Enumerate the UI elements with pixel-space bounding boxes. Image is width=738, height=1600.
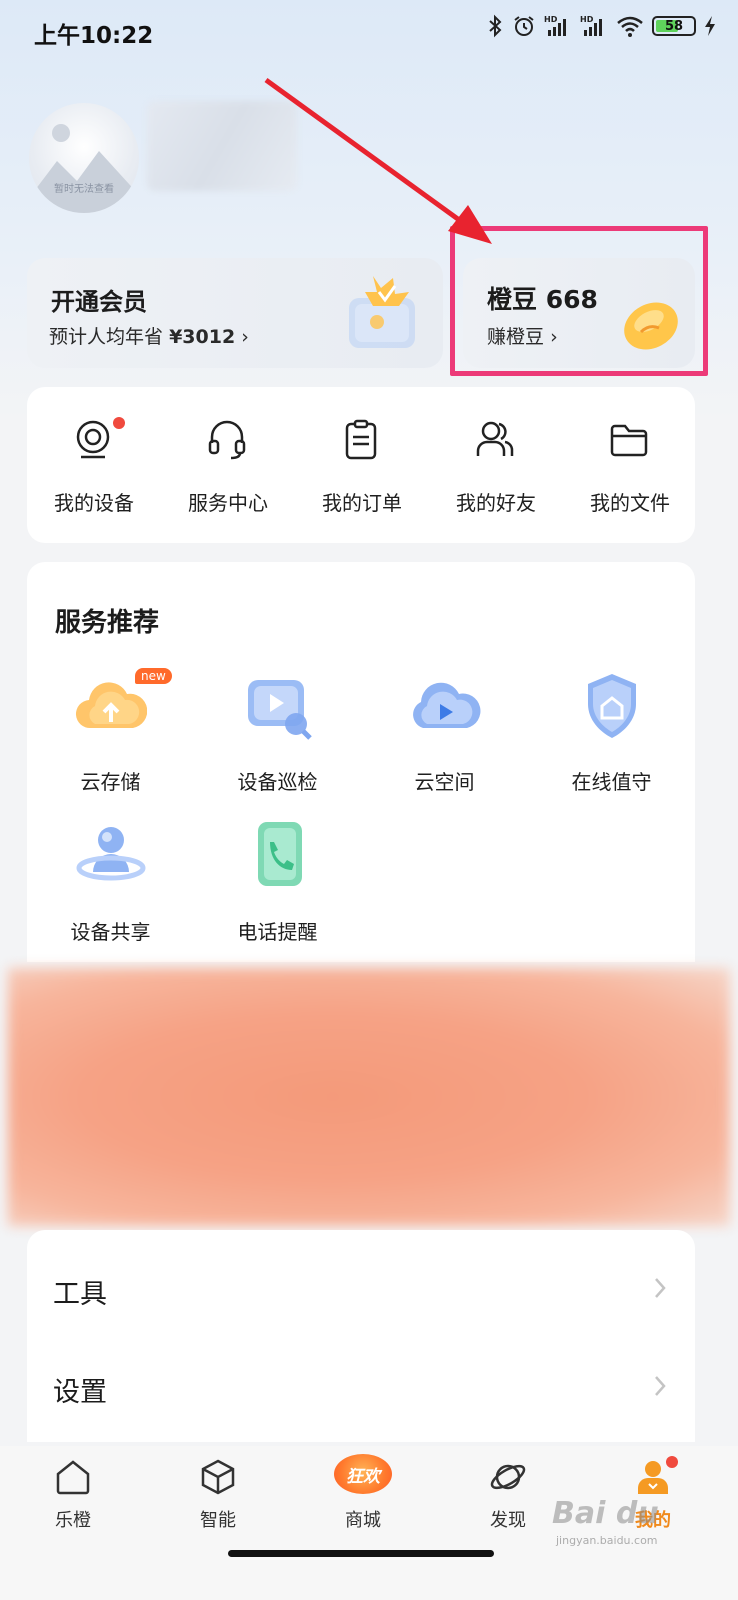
friends-icon [476,421,514,456]
planet-icon [490,1464,526,1490]
quick-item-friends[interactable]: 我的好友 [429,387,563,543]
status-icons: HD HD 58 [486,14,716,38]
service-device-inspection[interactable]: 设备巡检 [194,670,361,820]
bluetooth-icon [489,14,502,38]
camera-icon [76,420,110,459]
device-inspect-icon [248,680,312,740]
vip-card[interactable]: 开通会员 预计人均年省 ¥3012 › [27,258,443,368]
mall-badge-icon: 狂欢 [334,1454,392,1494]
quick-item-service-center[interactable]: 服务中心 [161,387,295,543]
new-badge: new [135,668,172,684]
username-blurred [147,101,297,191]
quick-item-devices[interactable]: 我的设备 [27,387,161,543]
tab-smart[interactable]: 智能 [145,1446,291,1546]
notification-dot [113,417,125,429]
settings-label: 设置 [53,1377,107,1408]
notification-dot [666,1456,678,1468]
chevron-right-icon [655,1278,666,1298]
headset-icon [208,420,246,460]
tab-label: 乐橙 [55,1510,91,1531]
avatar-caption: 暂时无法查看 [54,184,114,195]
watermark-sub: jingyan.baidu.com [556,1534,658,1547]
home-indicator[interactable] [228,1550,494,1557]
annotation-highlight-box [450,226,708,376]
service-cloud-storage[interactable]: new 云存储 [27,668,194,820]
service-phone-alert[interactable]: 电话提醒 [194,820,361,970]
chevron-right-icon [655,1376,666,1396]
tools-label: 工具 [53,1279,107,1310]
signal-hd-icon-2: HD [580,15,602,36]
service-label: 设备共享 [70,920,151,944]
service-label: 云存储 [80,770,141,794]
wifi-icon [617,16,643,37]
battery-indicator: 58 [652,16,696,36]
cloud-space-icon [413,682,481,728]
svg-text:HD: HD [544,15,558,24]
quick-item-files[interactable]: 我的文件 [563,387,697,543]
tab-label: 商城 [345,1510,381,1531]
quick-item-label: 我的订单 [322,491,402,515]
service-cloud-space[interactable]: 云空间 [361,670,528,820]
home-icon [56,1460,90,1495]
quick-item-label: 我的文件 [590,491,670,515]
avatar[interactable]: 暂时无法查看 [29,103,139,213]
charging-icon [705,16,715,36]
quick-item-label: 我的设备 [54,491,134,515]
signal-hd-icon: HD [544,15,566,36]
settings-list: 工具 设置 [27,1230,695,1442]
shield-home-icon [588,674,636,738]
vip-crown-icon [349,276,415,348]
clipboard-icon [345,419,377,460]
image-placeholder-icon [29,124,139,213]
service-online-guard[interactable]: 在线值守 [528,670,695,820]
quick-item-label: 服务中心 [188,491,268,515]
alarm-icon [514,16,534,36]
tab-label: 智能 [200,1510,236,1531]
svg-text:HD: HD [580,15,594,24]
quick-menu: 我的设备 服务中心 我的订单 我的好友 我的文件 [27,387,695,543]
battery-level: 58 [664,18,684,34]
chevron-right-icon: › [241,326,249,348]
list-row-tools[interactable]: 工具 [27,1238,695,1334]
vip-amount: ¥3012 [169,326,236,348]
tab-home[interactable]: 乐橙 [0,1446,146,1546]
vip-title: 开通会员 [51,288,147,316]
service-label: 电话提醒 [237,920,318,944]
cube-icon [201,1459,235,1495]
service-recommendations: 服务推荐 new 云存储 设备巡检 云空间 在线值守 设备共享 电话提醒 [27,562,695,962]
tab-mall[interactable]: 狂欢 商城 [290,1446,436,1546]
vip-subtitle: 预计人均年省 ¥3012 › [49,322,249,349]
status-time: 上午10:22 [34,23,154,49]
service-label: 设备巡检 [237,770,318,794]
services-title: 服务推荐 [55,608,160,638]
promo-banner-blurred[interactable] [8,968,730,1226]
quick-item-orders[interactable]: 我的订单 [295,387,429,543]
phone-alert-icon [258,822,302,886]
vip-subtitle-text: 预计人均年省 [49,326,164,348]
service-device-sharing[interactable]: 设备共享 [27,820,194,970]
share-user-icon [76,827,146,881]
quick-item-label: 我的好友 [456,491,536,515]
watermark: Bai du [552,1496,659,1531]
service-label: 在线值守 [571,770,652,794]
folder-icon [610,424,648,457]
list-row-settings[interactable]: 设置 [27,1336,695,1432]
service-label: 云空间 [414,770,475,794]
